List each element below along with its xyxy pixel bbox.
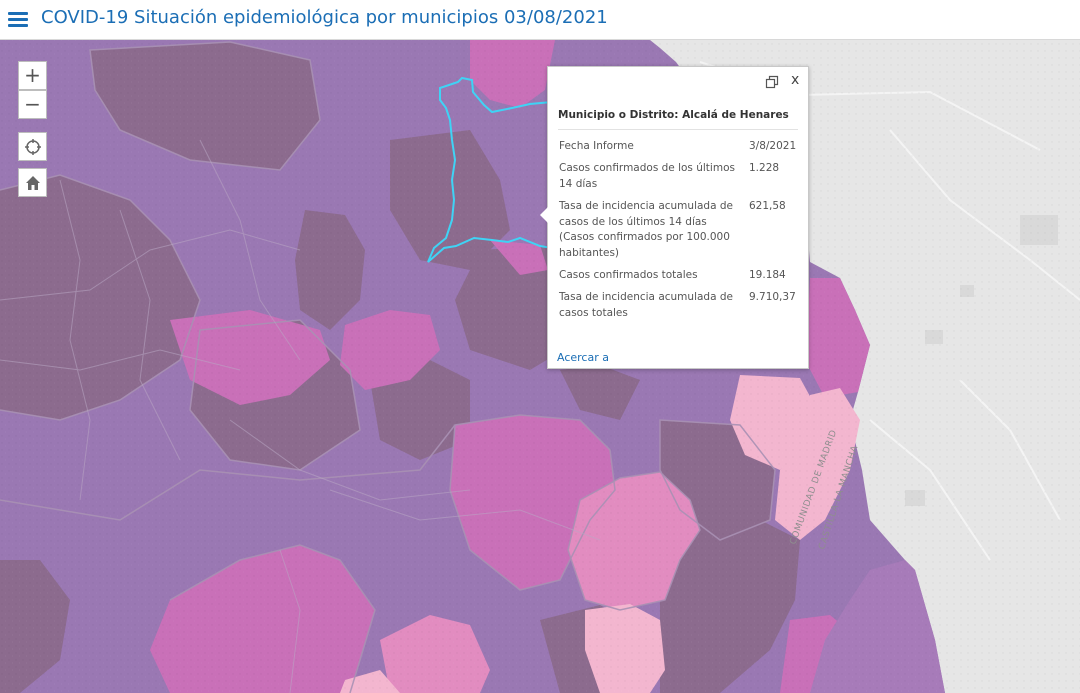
choropleth-map[interactable]: COMUNIDAD DE MADRID CASTILLA-LA MANCHA bbox=[0, 40, 1080, 693]
field-value: 9.710,37 bbox=[749, 291, 796, 303]
map-texture bbox=[0, 40, 1080, 693]
top-bar: COVID-19 Situación epidemiológica por mu… bbox=[0, 0, 1080, 40]
crosshair-locate-icon bbox=[24, 139, 41, 155]
zoom-out-button[interactable]: − bbox=[18, 90, 47, 119]
zoom-to-link[interactable]: Acercar a bbox=[557, 351, 609, 364]
field-value: 19.184 bbox=[749, 269, 786, 281]
popup-header: x bbox=[548, 67, 808, 99]
dock-popup-icon[interactable] bbox=[765, 75, 779, 89]
close-popup-button[interactable]: x bbox=[791, 72, 799, 88]
popup-title: Municipio o Distrito: Alcalá de Henares bbox=[558, 109, 789, 121]
field-label: Casos confirmados totales bbox=[559, 269, 698, 281]
zoom-in-button[interactable]: + bbox=[18, 61, 47, 90]
home-icon bbox=[25, 176, 40, 190]
field-label: Fecha Informe bbox=[559, 140, 634, 152]
field-label: Casos confirmados de los últimos 14 días bbox=[559, 162, 735, 190]
popup-divider bbox=[558, 129, 798, 130]
field-label: Tasa de incidencia acumulada de casos de… bbox=[559, 200, 733, 259]
hamburger-menu-icon[interactable] bbox=[8, 9, 28, 29]
locate-button[interactable] bbox=[18, 132, 47, 161]
page-title: COVID-19 Situación epidemiológica por mu… bbox=[41, 7, 608, 28]
popup-pointer bbox=[540, 207, 548, 223]
home-button[interactable] bbox=[18, 168, 47, 197]
field-label: Tasa de incidencia acumulada de casos to… bbox=[559, 291, 733, 319]
feature-popup: x Municipio o Distrito: Alcalá de Henare… bbox=[540, 66, 809, 369]
field-value: 621,58 bbox=[749, 200, 786, 212]
field-value: 3/8/2021 bbox=[749, 140, 797, 152]
field-value: 1.228 bbox=[749, 162, 780, 174]
